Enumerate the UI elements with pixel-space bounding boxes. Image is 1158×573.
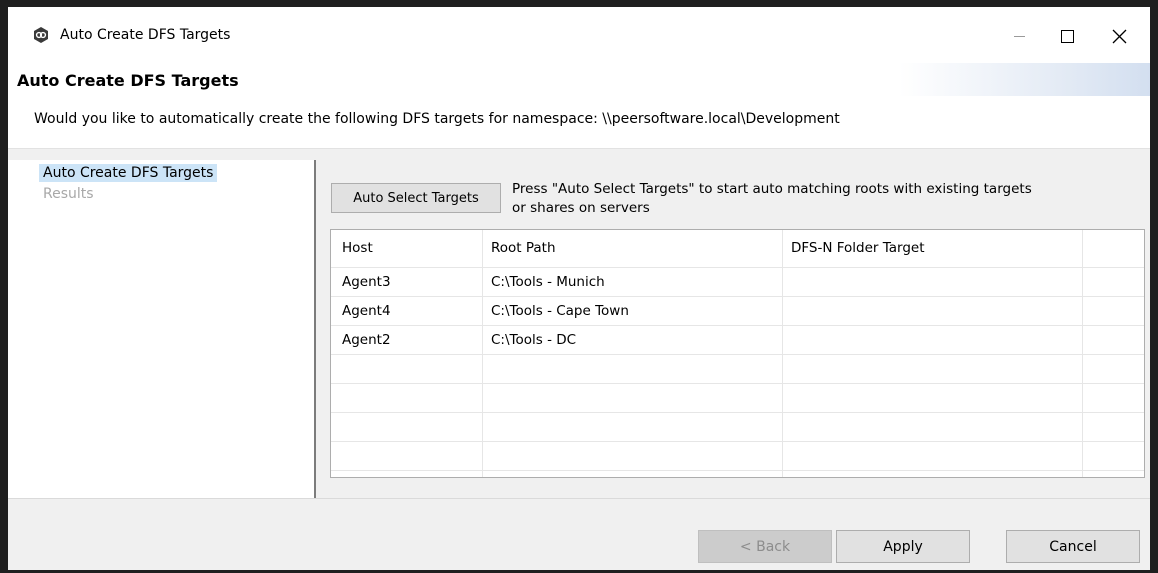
title-bar[interactable]: Auto Create DFS Targets (8, 7, 1150, 63)
row-divider (331, 441, 1144, 442)
row-divider (331, 354, 1144, 355)
row-divider (331, 470, 1144, 471)
row-divider (331, 267, 1144, 268)
nav-item-auto-create[interactable]: Auto Create DFS Targets (39, 164, 218, 182)
maximize-icon (1060, 29, 1074, 43)
content-pane: Auto Select Targets Press "Auto Select T… (316, 160, 1150, 498)
dialog-window: Auto Create DFS Targets Auto Create DFS … (0, 0, 1158, 573)
targets-table: Host Root Path DFS-N Folder Target Agent… (330, 229, 1145, 478)
row-divider (331, 325, 1144, 326)
page-title: Auto Create DFS Targets (17, 71, 239, 90)
app-icon (34, 27, 48, 43)
hint-line-1: Press "Auto Select Targets" to start aut… (512, 181, 1032, 197)
page-description: Would you like to automatically create t… (34, 111, 840, 127)
cell-host[interactable]: Agent3 (342, 274, 391, 290)
hint-text: Press "Auto Select Targets" to start aut… (512, 180, 1132, 218)
cell-root-path[interactable]: C:\Tools - DC (491, 332, 576, 348)
wizard-nav: Auto Create DFS Targets Results (8, 160, 314, 498)
minimize-button[interactable] (996, 17, 1042, 55)
column-header-root-path[interactable]: Root Path (491, 240, 556, 256)
cell-host[interactable]: Agent4 (342, 303, 391, 319)
window-title: Auto Create DFS Targets (60, 27, 231, 43)
row-divider (331, 383, 1144, 384)
cell-root-path[interactable]: C:\Tools - Cape Town (491, 303, 629, 319)
close-button[interactable] (1096, 17, 1142, 55)
maximize-button[interactable] (1044, 17, 1090, 55)
cell-host[interactable]: Agent2 (342, 332, 391, 348)
minimize-icon (1013, 35, 1025, 37)
cancel-button[interactable]: Cancel (1006, 530, 1140, 563)
cell-root-path[interactable]: C:\Tools - Munich (491, 274, 605, 290)
nav-item-results: Results (43, 186, 94, 202)
back-button: < Back (698, 530, 832, 563)
apply-button[interactable]: Apply (836, 530, 970, 563)
header-separator (8, 148, 1150, 160)
auto-select-targets-button[interactable]: Auto Select Targets (331, 183, 501, 213)
row-divider (331, 296, 1144, 297)
column-header-dfs-target[interactable]: DFS-N Folder Target (791, 240, 925, 256)
row-divider (331, 412, 1144, 413)
column-header-host[interactable]: Host (342, 240, 373, 256)
close-icon (1112, 29, 1126, 43)
button-bar: < Back Apply Cancel (8, 498, 1150, 570)
hint-line-2: or shares on servers (512, 200, 650, 216)
